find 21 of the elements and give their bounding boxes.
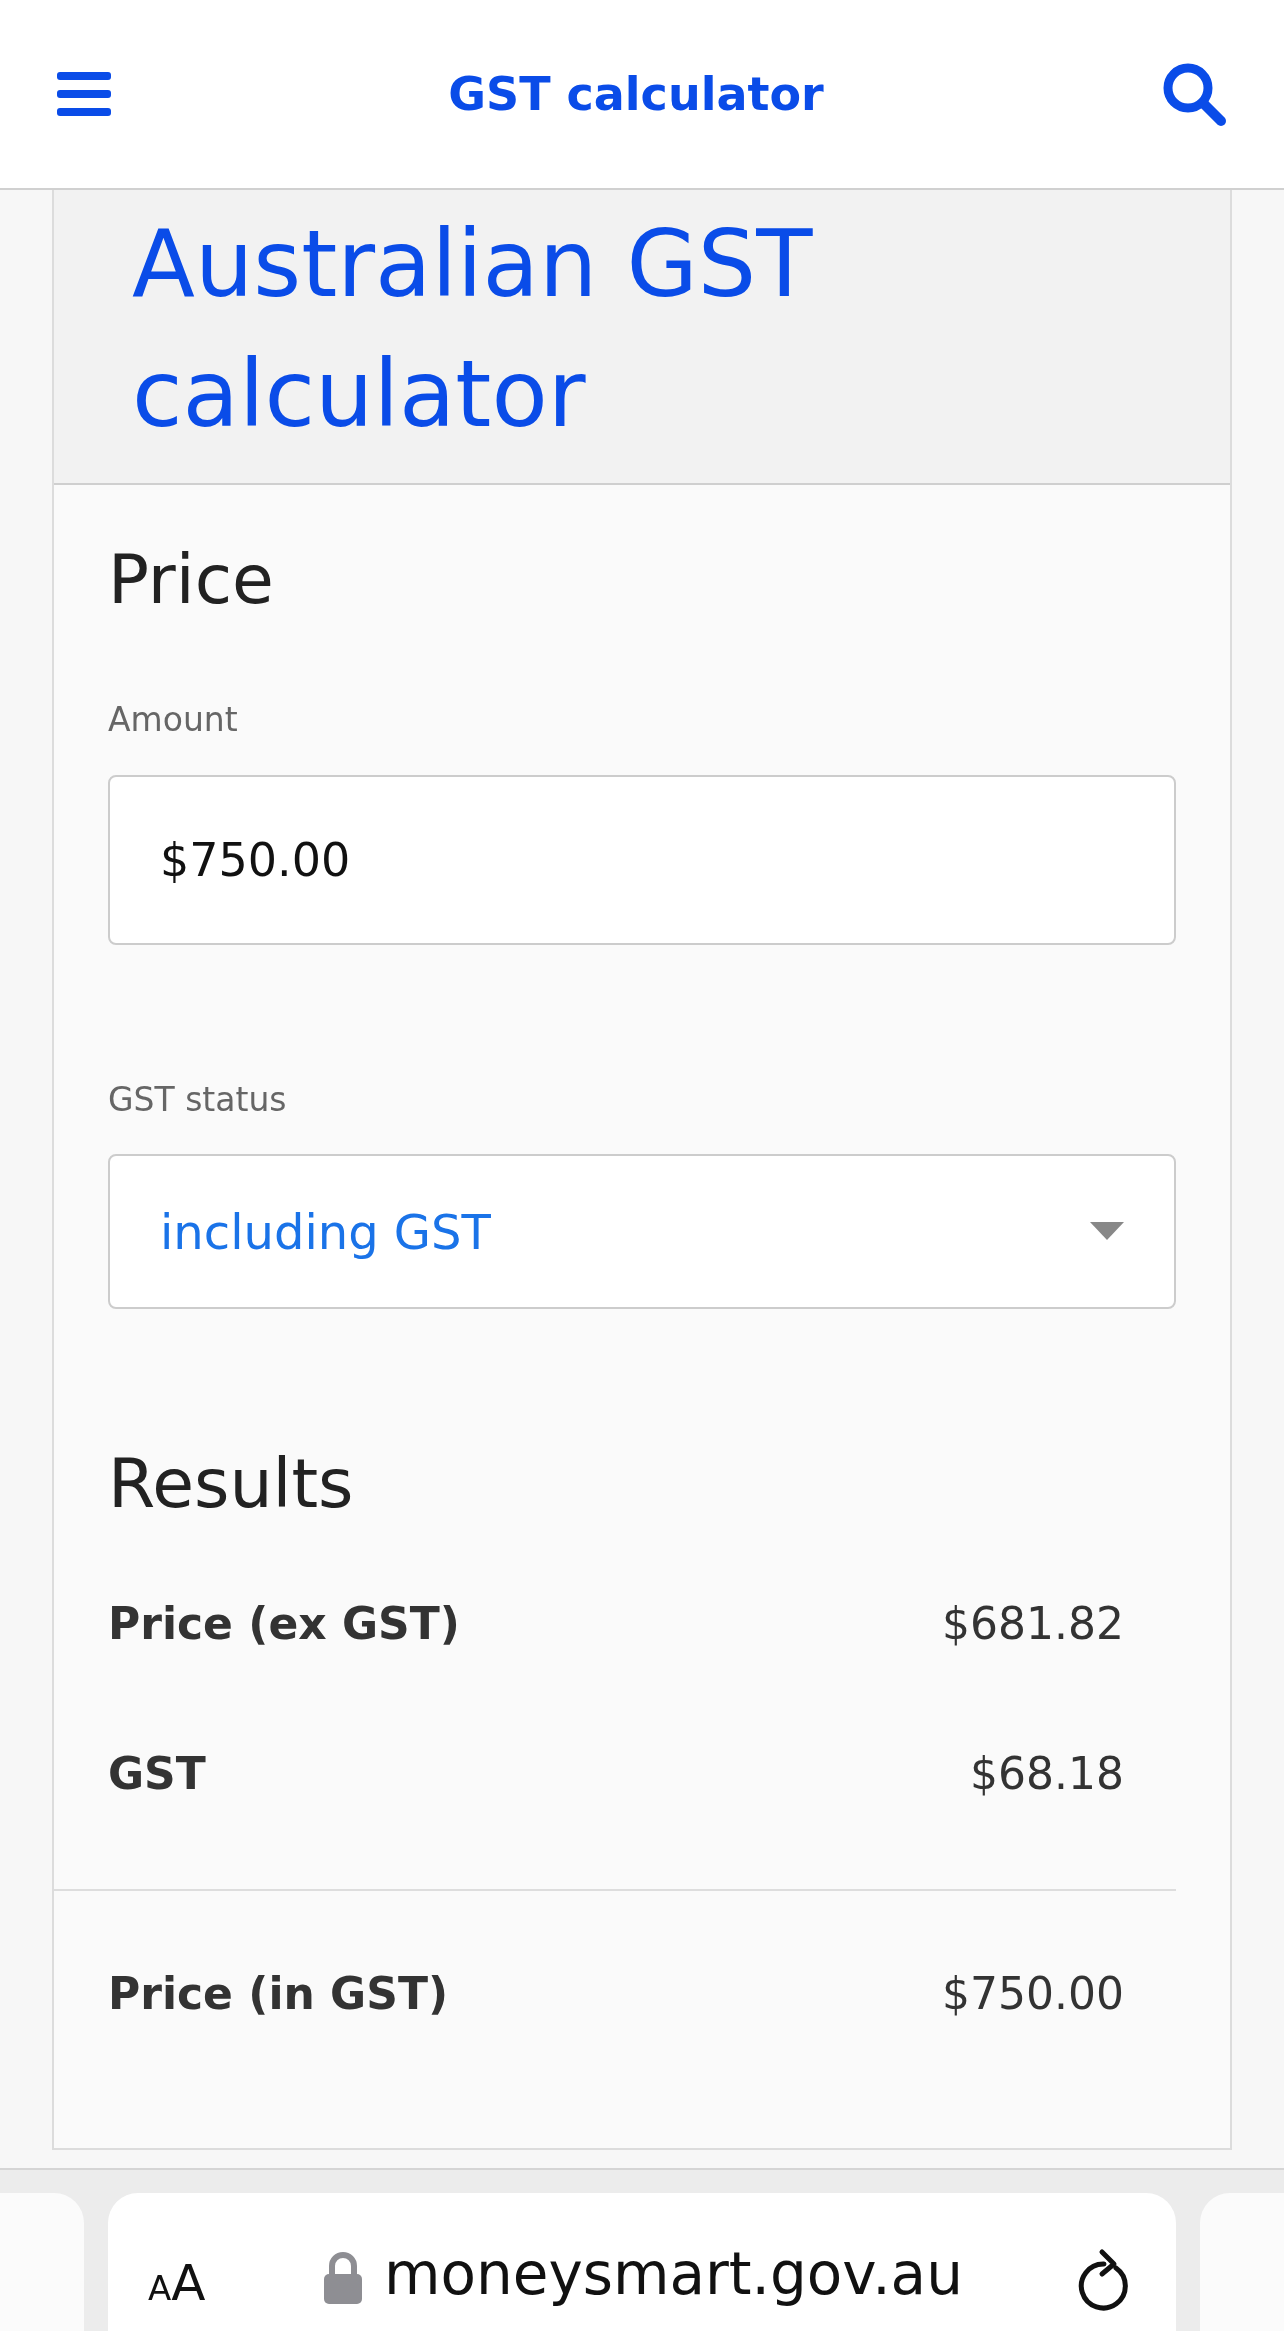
lock-icon (324, 2252, 362, 2304)
section-heading: Price (108, 539, 275, 621)
page-heading: Australian GST calculator (132, 210, 814, 450)
caret-icon (1090, 1221, 1124, 1242)
address-bar[interactable]: AA moneysmart.gov.au (108, 2193, 1176, 2331)
result-label: Price (in GST) (108, 1967, 449, 2021)
gst-status-dropdown[interactable]: including GST (108, 1154, 1176, 1309)
page-title: GST calculator (448, 65, 824, 123)
field-label: GST status (108, 1078, 288, 1121)
text-size-button[interactable]: AA (148, 2246, 258, 2321)
result-value: $750.00 (942, 1967, 1124, 2021)
result-label: GST (108, 1747, 206, 1801)
result-value: $681.82 (942, 1597, 1124, 1651)
url-text: moneysmart.gov.au (384, 2239, 963, 2310)
field-label: Amount (108, 699, 239, 741)
section-heading: Results (108, 1443, 355, 1525)
result-value: $68.18 (970, 1747, 1124, 1801)
result-label: Price (ex GST) (108, 1597, 460, 1651)
search-icon[interactable] (1161, 61, 1227, 127)
amount-field[interactable]: $750.00 (108, 774, 1176, 945)
menu-icon[interactable] (57, 70, 111, 118)
